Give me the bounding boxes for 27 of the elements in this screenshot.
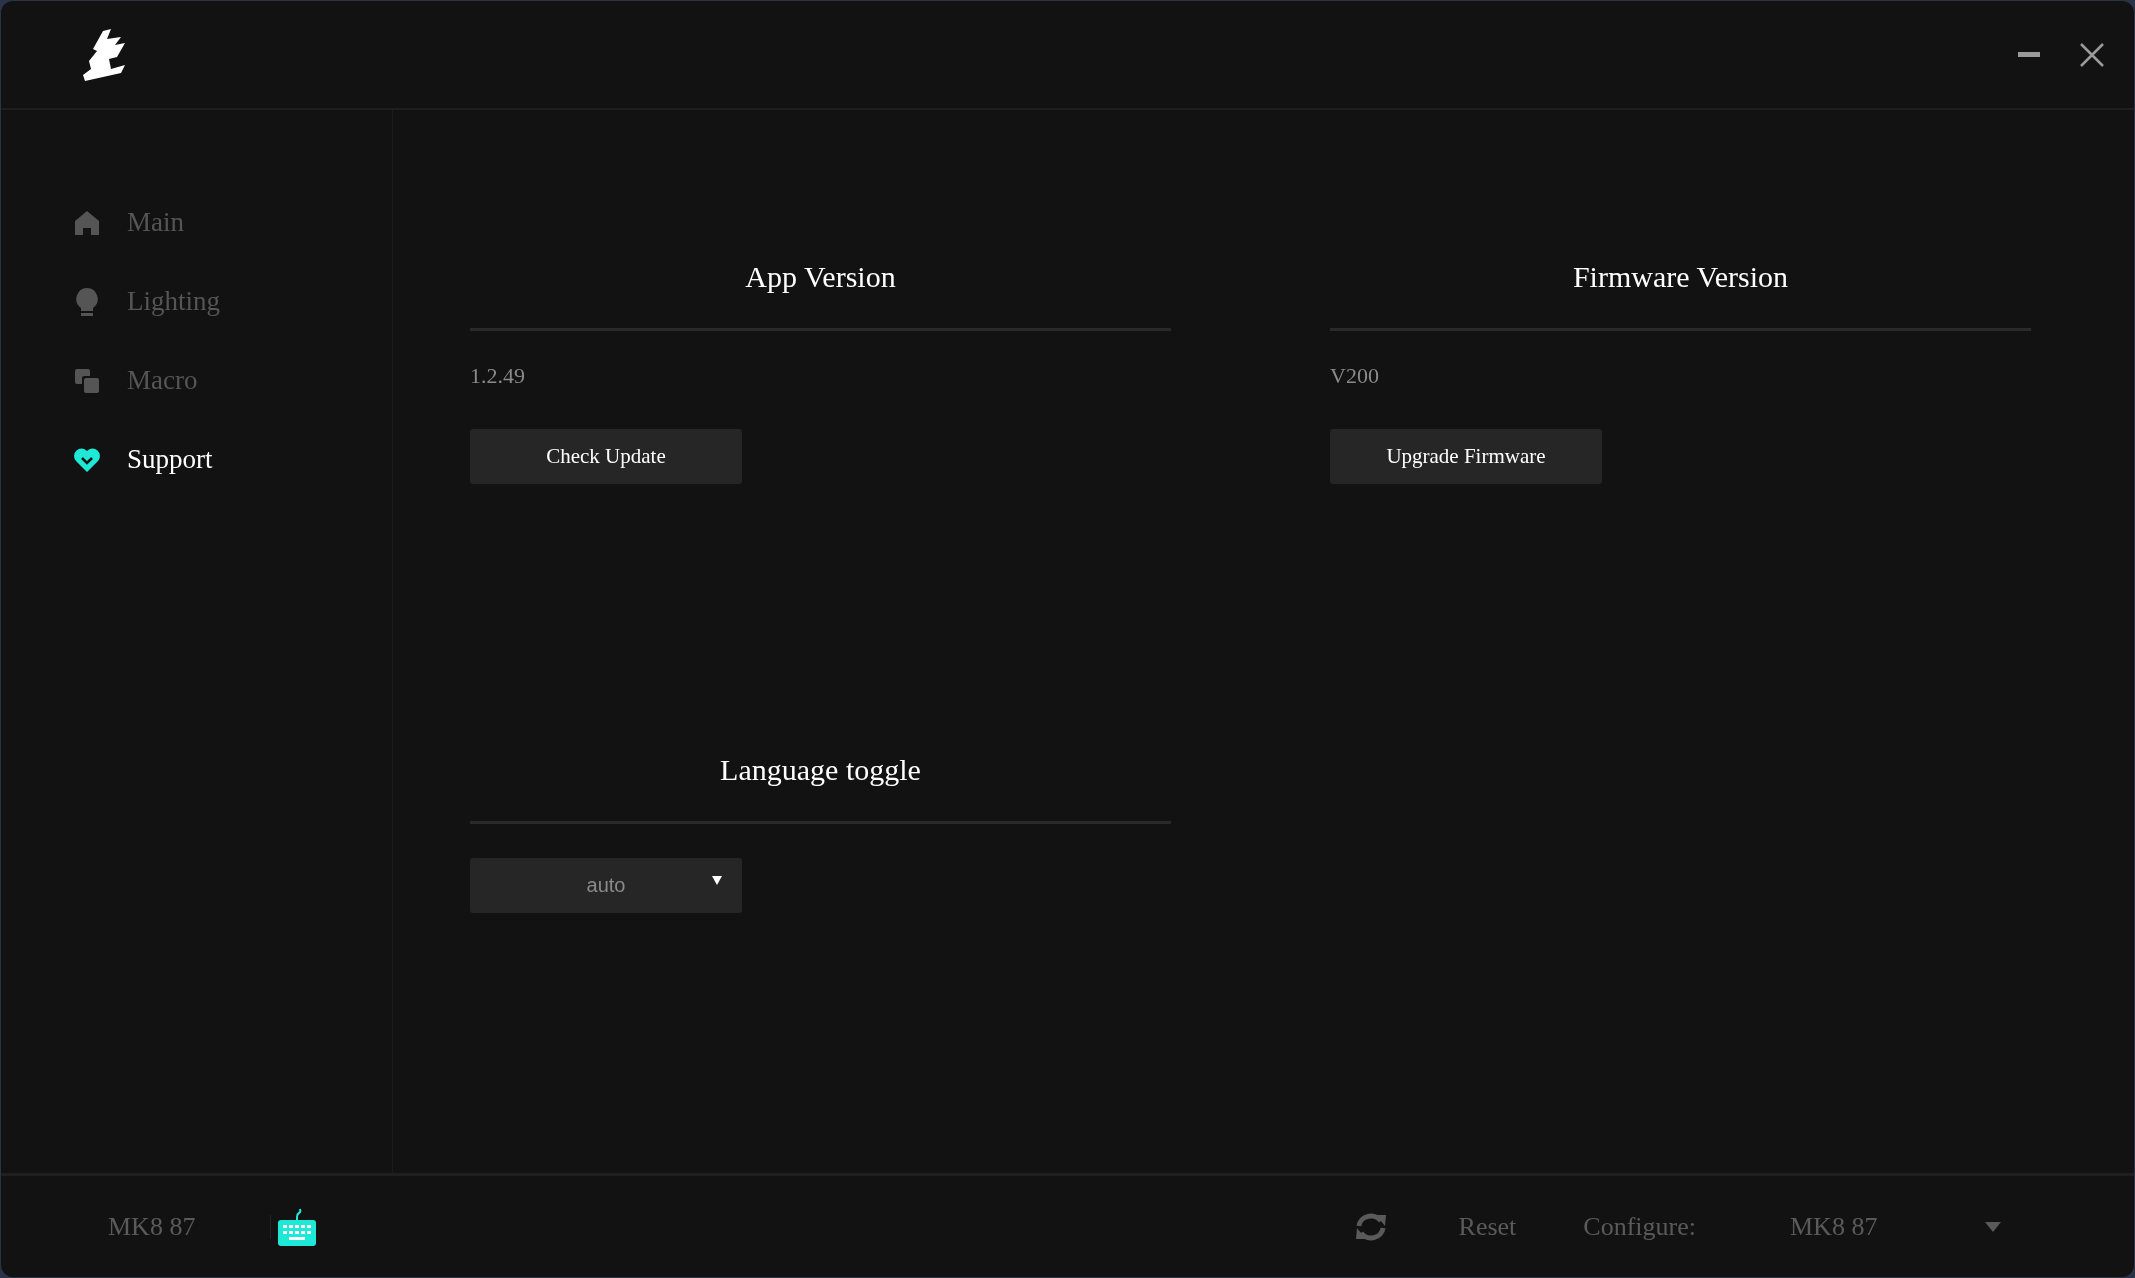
lightbulb-icon	[75, 286, 99, 317]
configure-label: Configure:	[1583, 1211, 1696, 1242]
section-title: Language toggle	[720, 752, 921, 788]
sidebar-item[interactable]: Lighting	[73, 262, 220, 341]
action-button[interactable]: Check Update	[470, 429, 742, 484]
version-number: V200	[1330, 363, 1379, 389]
minimize-icon[interactable]	[2018, 51, 2040, 58]
sidebar-item[interactable]: Main	[73, 183, 184, 262]
section-title: App Version	[745, 259, 896, 295]
refresh-icon[interactable]	[1353, 1211, 1388, 1242]
caret-icon	[1985, 1221, 2001, 1232]
overlapping-squares-icon	[74, 367, 100, 394]
version-number: 1.2.49	[470, 363, 525, 389]
keyboard-icon[interactable]	[277, 1206, 317, 1247]
action-button[interactable]: Upgrade Firmware	[1330, 429, 1602, 484]
section-title: Firmware Version	[1572, 259, 1789, 295]
sidebar-item[interactable]: Support	[73, 420, 213, 499]
heart-icon	[73, 446, 101, 473]
close-icon[interactable]	[2080, 42, 2104, 67]
reset-button[interactable]: Reset	[1458, 1211, 1517, 1242]
caret-icon	[712, 876, 722, 885]
home-icon	[74, 209, 100, 236]
configure-dropdown[interactable]: MK8 87	[1790, 1211, 2001, 1242]
device-name: MK8 87	[108, 1211, 197, 1242]
sidebar-item[interactable]: Macro	[73, 341, 198, 420]
logo	[81, 28, 127, 81]
language-dropdown[interactable]: auto	[470, 858, 742, 913]
